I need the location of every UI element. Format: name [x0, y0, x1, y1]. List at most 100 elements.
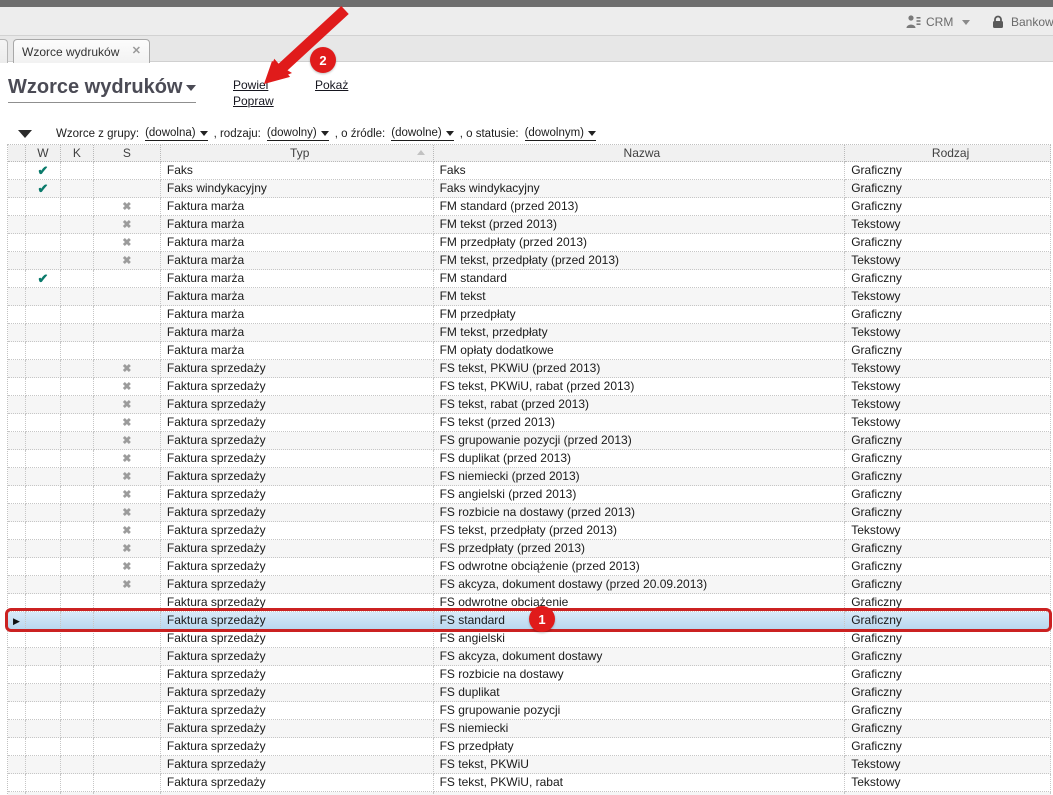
nazwa-cell: FS rozbicie na dostawy: [433, 666, 846, 684]
table-row[interactable]: ✖ Faktura sprzedaży FS przedpłaty (przed 2…: [8, 540, 1052, 558]
tab-wzorce-wydrukow[interactable]: Wzorce wydruków ✕: [13, 39, 150, 63]
table-row[interactable]: Faktura marża FM przedpłaty Graficzny: [8, 306, 1052, 324]
typ-cell: Faktura sprzedaży: [160, 360, 434, 378]
typ-cell: Faktura sprzedaży: [160, 486, 434, 504]
popraw-link[interactable]: Popraw: [233, 94, 274, 108]
filter-rodzaj-dropdown[interactable]: (dowolny): [266, 127, 329, 141]
bank-menu-button[interactable]: Bankow: [990, 11, 1053, 33]
rodzaj-cell: Tekstowy: [845, 288, 1052, 306]
filter-zrodlo-dropdown[interactable]: (dowolne): [391, 127, 454, 141]
header-s[interactable]: S: [93, 145, 161, 162]
table-row[interactable]: ✖ Faktura sprzedaży FS odwrotne obciążenie…: [8, 558, 1052, 576]
typ-cell: Faktura sprzedaży: [160, 432, 434, 450]
table-row[interactable]: Faktura sprzedaży FS grupowanie pozycji Gr…: [8, 702, 1052, 720]
col-w-cell: [25, 576, 61, 594]
nazwa-cell: FM standard: [433, 270, 846, 288]
col-k-cell: [60, 558, 94, 576]
chevron-down-icon: [588, 130, 596, 136]
table-row[interactable]: ✖ Faktura marża FM przedpłaty (przed 2013)…: [8, 234, 1052, 252]
nazwa-cell: FS tekst, rabat (przed 2013): [433, 396, 846, 414]
col-k-cell: [60, 252, 94, 270]
row-indicator-cell: [8, 252, 26, 270]
filter-group-label: Wzorce z grupy:: [56, 128, 140, 140]
table-row[interactable]: Faktura sprzedaży FS rozbicie na dostawy G…: [8, 666, 1052, 684]
table-row[interactable]: ✖ Faktura sprzedaży FS tekst, PKWiU, rabat…: [8, 378, 1052, 396]
header-typ[interactable]: Typ: [160, 145, 434, 162]
col-s-cell: ✖: [93, 234, 161, 252]
chevron-down-icon: [962, 19, 971, 25]
table-row[interactable]: Faktura sprzedaży FS akcyza, dokument dos…: [8, 648, 1052, 666]
col-k-cell: [60, 450, 94, 468]
table-row[interactable]: ✖ Faktura sprzedaży FS rozbicie na dostawy…: [8, 504, 1052, 522]
col-w-cell: [25, 522, 61, 540]
filter-group-dropdown[interactable]: (dowolna): [145, 127, 208, 141]
rodzaj-cell: Graficzny: [845, 666, 1052, 684]
rodzaj-cell: Tekstowy: [845, 252, 1052, 270]
col-s-cell: ✖: [93, 486, 161, 504]
filter-status-dropdown[interactable]: (dowolnym): [524, 127, 596, 141]
col-w-cell: [25, 468, 61, 486]
table-row[interactable]: Faktura marża FM tekst, przedpłaty Tekstow…: [8, 324, 1052, 342]
table-row[interactable]: Faktura marża FM tekst Tekstowy: [8, 288, 1052, 306]
col-w-cell: ✔: [25, 270, 61, 288]
rodzaj-cell: Graficzny: [845, 738, 1052, 756]
header-k[interactable]: K: [60, 145, 94, 162]
table-row[interactable]: ✔ Faks Faks Graficzny: [8, 162, 1052, 180]
table-row[interactable]: Faktura sprzedaży FS tekst, PKWiU, rabat T…: [8, 774, 1052, 792]
crm-person-icon: [906, 15, 921, 28]
nazwa-cell: FS grupowanie pozycji: [433, 702, 846, 720]
header-rodzaj[interactable]: Rodzaj: [845, 145, 1052, 162]
tab-close-icon[interactable]: ✕: [132, 46, 141, 57]
table-row[interactable]: ✖ Faktura sprzedaży FS grupowanie pozycji …: [8, 432, 1052, 450]
table-row[interactable]: Faktura sprzedaży FS odwrotne obciążenie G…: [8, 594, 1052, 612]
table-row[interactable]: ✖ Faktura marża FM standard (przed 2013) Gr…: [8, 198, 1052, 216]
nazwa-cell: FS standard: [433, 612, 846, 630]
powiel-link[interactable]: Powiel: [233, 78, 268, 92]
nazwa-cell: FM przedpłaty: [433, 306, 846, 324]
row-indicator-cell: [8, 306, 26, 324]
table-row[interactable]: ✖ Faktura sprzedaży FS tekst (przed 2013) T…: [8, 414, 1052, 432]
table-row[interactable]: ✖ Faktura sprzedaży FS tekst, przedpłaty (…: [8, 522, 1052, 540]
col-s-cell: ✖: [93, 504, 161, 522]
col-s-cell: ✖: [93, 558, 161, 576]
page-title-menu[interactable]: Wzorce wydruków: [8, 76, 197, 103]
col-k-cell: [60, 468, 94, 486]
table-row[interactable]: Faktura sprzedaży FS przedpłaty Graficzny: [8, 738, 1052, 756]
row-indicator-icon: ▶: [13, 616, 20, 626]
table-row[interactable]: ✖ Faktura sprzedaży FS akcyza, dokument do…: [8, 576, 1052, 594]
crm-menu-button[interactable]: CRM: [905, 11, 971, 33]
table-row[interactable]: Faktura sprzedaży FS angielski Graficzny: [8, 630, 1052, 648]
table-row[interactable]: Faktura marża FM opłaty dodatkowe Graficzn…: [8, 342, 1052, 360]
rodzaj-cell: Tekstowy: [845, 522, 1052, 540]
rodzaj-cell: Tekstowy: [845, 756, 1052, 774]
row-indicator-cell: [8, 324, 26, 342]
typ-cell: Faktura sprzedaży: [160, 414, 434, 432]
header-w[interactable]: W: [25, 145, 61, 162]
pokaz-link[interactable]: Pokaż: [315, 78, 348, 92]
col-k-cell: [60, 432, 94, 450]
table-row[interactable]: Faktura sprzedaży FS duplikat Graficzny: [8, 684, 1052, 702]
table-row[interactable]: ✖ Faktura sprzedaży FS duplikat (przed 201…: [8, 450, 1052, 468]
header-nazwa[interactable]: Nazwa: [433, 145, 846, 162]
table-row[interactable]: ✖ Faktura sprzedaży FS tekst, rabat (przed…: [8, 396, 1052, 414]
nazwa-cell: Faks windykacyjny: [433, 180, 846, 198]
check-icon: ✔: [37, 271, 49, 286]
table-row-selected[interactable]: ▶ Faktura sprzedaży FS standard Graficzny: [8, 612, 1052, 630]
table-row[interactable]: ✖ Faktura sprzedaży FS angielski (przed 20…: [8, 486, 1052, 504]
col-w-cell: [25, 324, 61, 342]
table-row[interactable]: Faktura sprzedaży FS tekst, PKWiU Tekstowy: [8, 756, 1052, 774]
col-k-cell: [60, 684, 94, 702]
table-row[interactable]: ✖ Faktura sprzedaży FS tekst, PKWiU (przed…: [8, 360, 1052, 378]
nazwa-cell: FM tekst (przed 2013): [433, 216, 846, 234]
table-row[interactable]: ✔ Faks windykacyjny Faks windykacyjny Grafi…: [8, 180, 1052, 198]
table-row[interactable]: ✖ Faktura marża FM tekst, przedpłaty (prze…: [8, 252, 1052, 270]
table-row[interactable]: Faktura sprzedaży FS niemiecki Graficzny: [8, 720, 1052, 738]
table-row[interactable]: ✖ Faktura marża FM tekst (przed 2013) Tekst…: [8, 216, 1052, 234]
filter-funnel-icon[interactable]: [18, 130, 32, 138]
col-k-cell: [60, 234, 94, 252]
rodzaj-cell: Graficzny: [845, 630, 1052, 648]
table-row[interactable]: ✖ Faktura sprzedaży FS niemiecki (przed 20…: [8, 468, 1052, 486]
table-row[interactable]: ✔ Faktura marża FM standard Graficzny: [8, 270, 1052, 288]
typ-cell: Faktura marża: [160, 216, 434, 234]
typ-cell: Faktura marża: [160, 306, 434, 324]
